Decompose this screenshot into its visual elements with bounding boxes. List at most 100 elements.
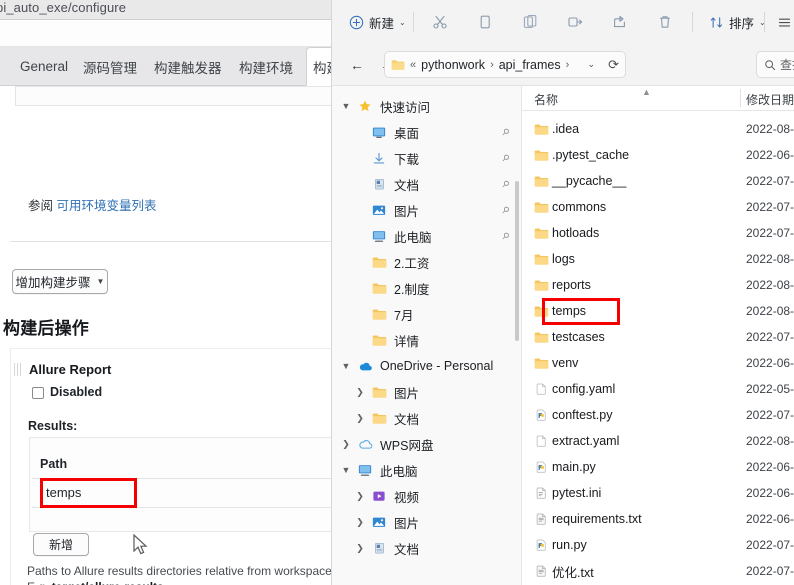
file-row[interactable]: __pycache__ 2022-07-2 bbox=[522, 168, 794, 194]
address-breadcrumb-field[interactable]: « pythonwork › api_frames › ⌄ ⟳ bbox=[384, 51, 626, 78]
folder-icon bbox=[522, 175, 552, 188]
tab-source-control[interactable]: 源码管理 bbox=[77, 47, 143, 86]
note-example-path: target/allure-results bbox=[52, 580, 164, 585]
folder-icon bbox=[522, 331, 552, 344]
breadcrumb-api-frames[interactable]: api_frames bbox=[499, 58, 561, 72]
pin-icon[interactable]: ⚲ bbox=[499, 152, 512, 164]
chevron-down-icon[interactable]: ▼ bbox=[338, 465, 354, 475]
chevron-right-icon[interactable]: ❯ bbox=[352, 387, 368, 398]
file-row[interactable]: 优化.txt 2022-07-2 bbox=[522, 558, 794, 584]
delete-button[interactable] bbox=[652, 9, 678, 35]
nav-item[interactable]: ❯ 文档 bbox=[332, 405, 521, 431]
nav-item[interactable]: 详情 bbox=[332, 327, 521, 353]
column-divider[interactable] bbox=[740, 89, 741, 107]
nav-item[interactable]: 2.制度 bbox=[332, 275, 521, 301]
env-textarea-box[interactable] bbox=[15, 86, 333, 106]
chevron-down-icon: ⌄ bbox=[399, 17, 406, 27]
search-box[interactable]: 查找 bbox=[756, 51, 794, 78]
back-button[interactable]: ← bbox=[344, 52, 370, 78]
file-row[interactable]: venv 2022-06-0 bbox=[522, 350, 794, 376]
file-date-modified: 2022-08-0 bbox=[746, 122, 794, 136]
nav-item[interactable]: ❯ 文档 bbox=[332, 535, 521, 561]
tab-general[interactable]: General bbox=[14, 47, 74, 86]
file-row[interactable]: .pytest_cache 2022-06-0 bbox=[522, 142, 794, 168]
tab-build-triggers[interactable]: 构建触发器 bbox=[148, 47, 228, 86]
paste-button[interactable] bbox=[517, 9, 543, 35]
cut-button[interactable] bbox=[427, 9, 453, 35]
file-row[interactable]: extract.yaml 2022-08-0 bbox=[522, 428, 794, 454]
allure-results-path-input[interactable] bbox=[46, 485, 126, 500]
file-row[interactable]: conftest.py 2022-07-2 bbox=[522, 402, 794, 428]
file-row[interactable]: requirements.txt 2022-06-0 bbox=[522, 506, 794, 532]
url-text: pi_auto_exe/configure bbox=[0, 0, 127, 15]
file-date-modified: 2022-05-3 bbox=[746, 382, 794, 396]
chevron-right-icon[interactable]: ❯ bbox=[352, 517, 368, 528]
nav-item[interactable]: 文档 ⚲ bbox=[332, 171, 521, 197]
file-row[interactable]: run.py 2022-07-2 bbox=[522, 532, 794, 558]
chevron-down-icon[interactable]: ▼ bbox=[338, 361, 354, 371]
column-header-name[interactable]: 名称 bbox=[534, 91, 558, 108]
file-row[interactable]: main.py 2022-06-0 bbox=[522, 454, 794, 480]
sort-button[interactable]: 排序 ⌄ bbox=[704, 9, 771, 35]
nav-item[interactable]: ❯ WPS网盘 bbox=[332, 431, 521, 457]
view-button[interactable]: 查看 bbox=[772, 9, 794, 35]
file-date-modified: 2022-06-0 bbox=[746, 148, 794, 162]
nav-item-label: 此电脑 bbox=[394, 230, 432, 245]
pin-icon[interactable]: ⚲ bbox=[499, 204, 512, 216]
rename-button[interactable] bbox=[562, 9, 588, 35]
mouse-cursor-icon bbox=[133, 534, 148, 555]
file-row[interactable]: hotloads 2022-07-2 bbox=[522, 220, 794, 246]
chevron-down-icon[interactable]: ▼ bbox=[338, 101, 354, 111]
drag-handle-icon[interactable] bbox=[14, 363, 22, 376]
nav-item[interactable]: 此电脑 ⚲ bbox=[332, 223, 521, 249]
chevron-right-icon[interactable]: ❯ bbox=[352, 491, 368, 502]
nav-item[interactable]: 下载 ⚲ bbox=[332, 145, 521, 171]
copy-button[interactable] bbox=[472, 9, 498, 35]
nav-item[interactable]: 桌面 ⚲ bbox=[332, 119, 521, 145]
pin-icon[interactable]: ⚲ bbox=[499, 126, 512, 138]
file-row[interactable]: temps 2022-08-0 bbox=[522, 298, 794, 324]
folder-icon bbox=[522, 123, 552, 136]
search-icon bbox=[764, 59, 776, 71]
nav-item[interactable]: 7月 bbox=[332, 301, 521, 327]
pin-icon[interactable]: ⚲ bbox=[499, 230, 512, 242]
file-date-modified: 2022-07-2 bbox=[746, 200, 794, 214]
nav-item[interactable]: ❯ 视频 bbox=[332, 483, 521, 509]
disabled-checkbox[interactable] bbox=[32, 387, 44, 399]
file-date-modified: 2022-06-0 bbox=[746, 512, 794, 526]
file-row[interactable]: pytest.ini 2022-06-2 bbox=[522, 480, 794, 506]
column-header-date[interactable]: 修改日期 bbox=[746, 91, 794, 108]
file-date-modified: 2022-08-0 bbox=[746, 252, 794, 266]
chevron-right-icon[interactable]: ❯ bbox=[352, 413, 368, 424]
add-results-path-button[interactable]: 新增 bbox=[33, 533, 89, 556]
pin-icon[interactable]: ⚲ bbox=[499, 178, 512, 190]
refresh-icon[interactable]: ⟳ bbox=[608, 57, 619, 73]
env-variables-link[interactable]: 可用环境变量列表 bbox=[57, 199, 157, 213]
file-row[interactable]: .idea 2022-08-0 bbox=[522, 116, 794, 142]
share-button[interactable] bbox=[607, 9, 633, 35]
folder-icon bbox=[368, 386, 390, 399]
file-row[interactable]: testcases 2022-07-2 bbox=[522, 324, 794, 350]
add-build-step-button[interactable]: 增加构建步骤 ▼ bbox=[12, 269, 108, 294]
file-row[interactable]: logs 2022-08-0 bbox=[522, 246, 794, 272]
nav-item[interactable]: ❯ 图片 bbox=[332, 509, 521, 535]
breadcrumb-pythonwork[interactable]: pythonwork bbox=[421, 58, 485, 72]
path-row-top-divider bbox=[32, 478, 335, 479]
nav-item[interactable]: ❯ 图片 bbox=[332, 379, 521, 405]
file-row[interactable]: config.yaml 2022-05-3 bbox=[522, 376, 794, 402]
address-dropdown-icon[interactable]: ⌄ bbox=[588, 59, 596, 70]
nav-item[interactable]: ▼ 快速访问 bbox=[332, 93, 521, 119]
nav-item[interactable]: 2.工资 bbox=[332, 249, 521, 275]
sort-ascending-icon: ▲ bbox=[642, 87, 651, 97]
file-row[interactable]: reports 2022-08-0 bbox=[522, 272, 794, 298]
new-button[interactable]: 新建 ⌄ bbox=[344, 9, 411, 35]
chevron-right-icon[interactable]: ❯ bbox=[338, 439, 354, 450]
file-row[interactable]: commons 2022-07-2 bbox=[522, 194, 794, 220]
file-name: venv bbox=[552, 356, 579, 370]
nav-item[interactable]: ▼ 此电脑 bbox=[332, 457, 521, 483]
tab-build-environment[interactable]: 构建环境 bbox=[233, 47, 299, 86]
chevron-right-icon[interactable]: ❯ bbox=[352, 543, 368, 554]
nav-item[interactable]: 图片 ⚲ bbox=[332, 197, 521, 223]
results-label: Results: bbox=[28, 419, 78, 433]
nav-item[interactable]: ▼ OneDrive - Personal bbox=[332, 353, 521, 379]
